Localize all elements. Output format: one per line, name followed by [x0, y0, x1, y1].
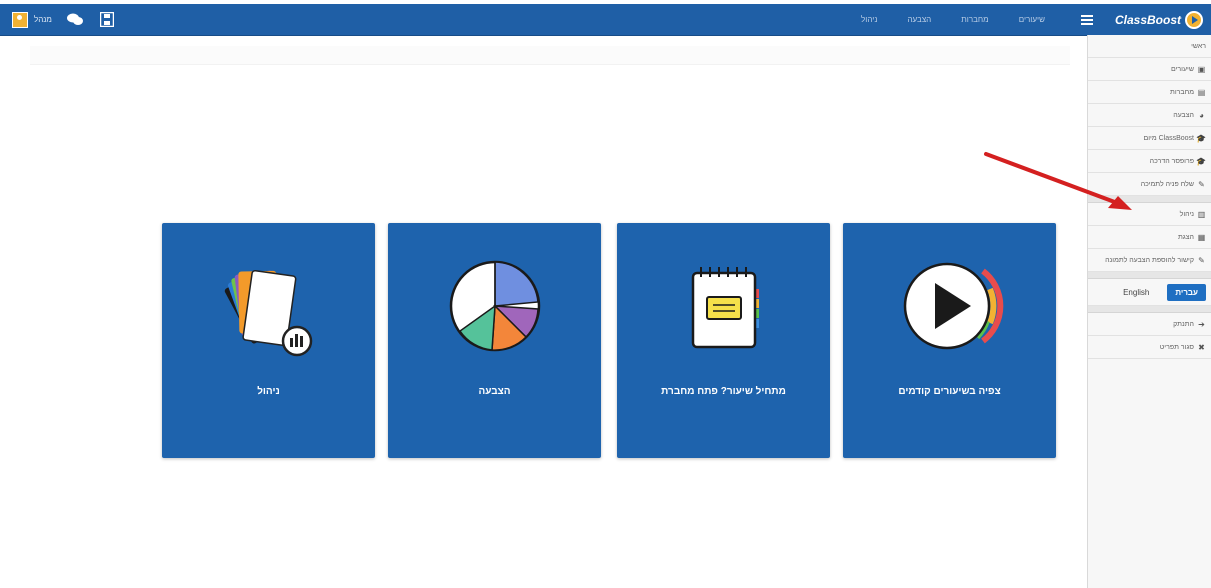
pie-chart-icon	[388, 251, 601, 361]
sidebar-item-label: סגור תפריט	[1159, 343, 1194, 351]
top-nav: שיעורים מחברות הצבעה ניהול	[861, 15, 1045, 24]
nav-lessons[interactable]: שיעורים	[1019, 15, 1045, 24]
card-open-notebook[interactable]: מתחיל שיעור? פתח מחברת	[617, 223, 830, 458]
sidebar-item-voting[interactable]: ◕ הצבעה	[1088, 104, 1211, 127]
sidebar-menu: ראשי ▣ שיעורים ▤ מחברות ◕ הצבעה 🎓 ClassBoost…	[1087, 35, 1211, 588]
lang-hebrew-button[interactable]: עברית	[1167, 283, 1206, 301]
notebook-icon: ▤	[1197, 87, 1206, 97]
sidebar-item-label: פרופסר הדרכה	[1149, 157, 1194, 165]
hamburger-menu-icon[interactable]	[1080, 14, 1093, 25]
sidebar-item-display[interactable]: ▦ הצגת	[1088, 226, 1211, 249]
sidebar-item-label: ניהול	[1179, 210, 1194, 218]
card-label: ניהול	[257, 386, 280, 397]
graduation-cap-icon: 🎓	[1196, 156, 1206, 166]
film-icon[interactable]	[98, 11, 116, 29]
user-name: מנהל	[34, 15, 52, 24]
edit-icon: ✎	[1198, 179, 1205, 189]
sidebar-item-label: הצגת	[1177, 233, 1194, 241]
language-switcher: עברית English	[1088, 279, 1211, 306]
sidebar-item-label: שיעורים	[1171, 65, 1194, 73]
sidebar-divider	[1088, 272, 1211, 279]
card-previous-lessons[interactable]: צפיה בשיעורים קודמים	[843, 223, 1056, 458]
notebook-icon	[617, 251, 830, 361]
sidebar-item-classboost[interactable]: 🎓 ClassBoost מיום	[1088, 127, 1211, 150]
card-label: מתחיל שיעור? פתח מחברת	[661, 386, 786, 397]
play-icon	[843, 251, 1056, 361]
sidebar-item-label: התנתק	[1173, 320, 1194, 328]
card-voting[interactable]: הצבעה	[388, 223, 601, 458]
link-icon: ✎	[1198, 255, 1205, 265]
card-label: צפיה בשיעורים קודמים	[898, 386, 1001, 397]
sidebar-item-notebooks[interactable]: ▤ מחברות	[1088, 81, 1211, 104]
sidebar-item-label: קישור להוספת הצבעה לתמונה	[1105, 256, 1194, 264]
pie-chart-icon: ◕	[1199, 110, 1204, 120]
top-bar-left: מנהל	[12, 4, 116, 35]
bar-chart-icon: ▥	[1197, 209, 1206, 219]
management-cards-icon	[162, 251, 375, 361]
brand-logo-icon	[1185, 10, 1203, 29]
lang-english-button[interactable]: English	[1123, 288, 1149, 297]
red-arrow-annotation	[984, 152, 1132, 210]
card-management[interactable]: ניהול	[162, 223, 375, 458]
close-icon: ✖	[1198, 342, 1205, 352]
sidebar-item-close-menu[interactable]: ✖ סגור תפריט	[1088, 336, 1211, 359]
chat-icon[interactable]	[66, 11, 84, 29]
logout-icon: ➔	[1198, 319, 1205, 329]
sidebar-item-label: ראשי	[1191, 42, 1206, 50]
sidebar-item-link[interactable]: ✎ קישור להוספת הצבעה לתמונה	[1088, 249, 1211, 272]
sidebar-item-label: מחברות	[1170, 88, 1194, 96]
graduation-cap-icon: 🎓	[1196, 133, 1206, 143]
nav-management[interactable]: ניהול	[861, 15, 877, 24]
header-strip	[30, 46, 1070, 65]
nav-voting[interactable]: הצבעה	[907, 15, 931, 24]
sidebar-item-logout[interactable]: ➔ התנתק	[1088, 313, 1211, 336]
top-bar: מנהל ClassBoost שיעורים מחברות הצבעה ניה…	[0, 4, 1211, 36]
card-label: הצבעה	[478, 386, 511, 397]
sidebar-item-home[interactable]: ראשי	[1088, 35, 1211, 58]
sidebar-divider	[1088, 306, 1211, 313]
brand-name: ClassBoost	[1114, 12, 1181, 27]
table-icon: ▦	[1197, 232, 1206, 242]
avatar	[12, 11, 28, 28]
sidebar-item-label: הצבעה	[1173, 111, 1194, 119]
film-icon: ▣	[1197, 64, 1206, 74]
user-menu[interactable]: מנהל	[12, 11, 52, 28]
sidebar-item-label: שלח פניה לתמיכה	[1140, 180, 1194, 188]
nav-notebooks[interactable]: מחברות	[961, 15, 988, 24]
top-bar-right: ClassBoost שיעורים מחברות הצבעה ניהול	[861, 4, 1203, 35]
brand[interactable]: ClassBoost	[1114, 10, 1203, 29]
sidebar-item-lessons[interactable]: ▣ שיעורים	[1088, 58, 1211, 81]
sidebar-item-label: ClassBoost מיום	[1143, 134, 1194, 142]
